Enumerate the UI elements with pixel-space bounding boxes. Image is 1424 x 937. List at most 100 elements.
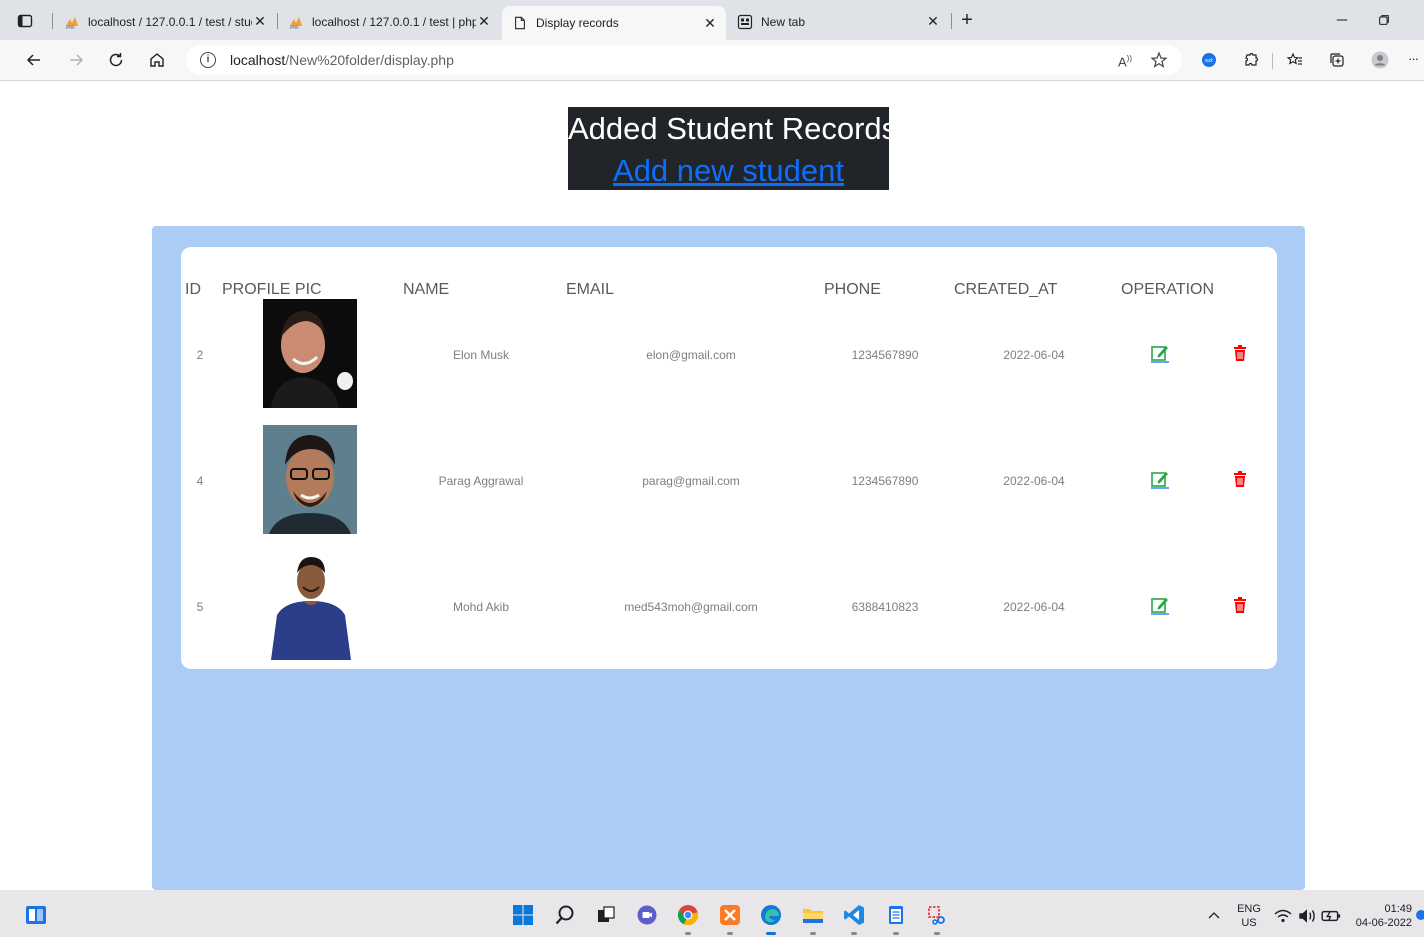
cell-name: Mohd Akib bbox=[452, 600, 510, 614]
svg-text:PMA: PMA bbox=[290, 25, 299, 30]
cell-created-at: 2022-06-04 bbox=[1003, 600, 1065, 614]
running-indicator bbox=[893, 932, 899, 935]
tab-close-icon[interactable]: ✕ bbox=[476, 13, 492, 30]
vscode-icon[interactable] bbox=[842, 903, 866, 927]
tab-separator bbox=[52, 13, 53, 29]
page-title: Added Student Records bbox=[568, 111, 898, 146]
notification-badge[interactable] bbox=[1416, 910, 1424, 920]
language-indicator[interactable]: ENG US bbox=[1234, 902, 1264, 930]
edit-icon[interactable] bbox=[1150, 595, 1170, 615]
wifi-icon[interactable] bbox=[1273, 904, 1293, 928]
svg-text:ext: ext bbox=[1205, 58, 1213, 64]
cell-email: elon@gmail.com bbox=[646, 348, 736, 362]
profile-photo bbox=[263, 551, 357, 660]
running-indicator bbox=[851, 932, 857, 935]
favorites-icon[interactable] bbox=[1284, 49, 1306, 71]
page-icon bbox=[512, 15, 528, 31]
tab-new-tab[interactable]: New tab ✕ bbox=[727, 7, 949, 36]
active-indicator bbox=[766, 932, 776, 935]
delete-icon[interactable] bbox=[1230, 343, 1250, 363]
new-tab-button[interactable]: + bbox=[956, 10, 978, 32]
extension-icon[interactable]: ext bbox=[1198, 49, 1220, 71]
chevron-up-icon[interactable] bbox=[1206, 904, 1222, 928]
cell-created-at: 2022-06-04 bbox=[1003, 348, 1065, 362]
battery-icon[interactable] bbox=[1320, 904, 1342, 928]
running-indicator bbox=[685, 932, 691, 935]
volume-icon[interactable] bbox=[1296, 904, 1318, 928]
chrome-icon[interactable] bbox=[676, 903, 700, 927]
windows-start-icon[interactable] bbox=[511, 903, 535, 927]
column-header-id: ID bbox=[185, 281, 201, 298]
teams-chat-icon[interactable] bbox=[635, 903, 659, 927]
browser-toolbar: i localhost/New%20folder/display.php A))… bbox=[0, 40, 1424, 81]
read-aloud-icon[interactable]: A)) bbox=[1118, 54, 1132, 69]
cell-created-at: 2022-06-04 bbox=[1003, 474, 1065, 488]
clock[interactable]: 01:49 04-06-2022 bbox=[1348, 902, 1412, 930]
reload-icon[interactable] bbox=[104, 48, 128, 72]
running-indicator bbox=[810, 932, 816, 935]
cell-email: med543moh@gmail.com bbox=[624, 600, 758, 614]
edit-icon[interactable] bbox=[1150, 343, 1170, 363]
tab-close-icon[interactable]: ✕ bbox=[252, 13, 268, 30]
xampp-icon[interactable] bbox=[718, 903, 742, 927]
tab-phpmyadmin-1[interactable]: PMA localhost / 127.0.0.1 / test / stud … bbox=[54, 7, 276, 36]
site-info-icon[interactable]: i bbox=[200, 52, 216, 68]
edit-icon[interactable] bbox=[1150, 469, 1170, 489]
cell-id: 5 bbox=[196, 600, 204, 614]
new-tab-page-icon bbox=[737, 14, 753, 30]
add-new-student-link[interactable]: Add new student bbox=[568, 151, 889, 191]
extensions-puzzle-icon[interactable] bbox=[1240, 49, 1262, 71]
file-explorer-icon[interactable] bbox=[801, 903, 825, 927]
tab-separator bbox=[951, 13, 952, 29]
delete-icon[interactable] bbox=[1230, 469, 1250, 489]
search-icon[interactable] bbox=[553, 903, 577, 927]
column-header-created-at: CREATED_AT bbox=[954, 281, 1058, 298]
tab-close-icon[interactable]: ✕ bbox=[925, 13, 941, 30]
phpmyadmin-icon: PMA bbox=[288, 14, 304, 30]
back-arrow-icon[interactable] bbox=[22, 48, 46, 72]
cell-name: Elon Musk bbox=[452, 348, 510, 362]
column-header-profile-pic: PROFILE PIC bbox=[222, 281, 322, 298]
tab-display-records[interactable]: Display records ✕ bbox=[502, 6, 726, 40]
tab-actions-icon[interactable] bbox=[14, 10, 36, 32]
task-view-icon[interactable] bbox=[594, 903, 618, 927]
profile-photo bbox=[263, 425, 357, 534]
cell-email: parag@gmail.com bbox=[642, 474, 740, 488]
forward-arrow-icon[interactable] bbox=[64, 48, 88, 72]
snipping-tool-icon[interactable] bbox=[925, 903, 949, 927]
tab-title: localhost / 127.0.0.1 / test | php bbox=[312, 14, 476, 29]
tab-close-icon[interactable]: ✕ bbox=[702, 15, 718, 31]
more-menu-icon[interactable]: ··· bbox=[1408, 51, 1419, 66]
cell-phone: 1234567890 bbox=[851, 474, 919, 488]
cell-id: 2 bbox=[196, 348, 204, 362]
page-header: Added Student Records Add new student bbox=[568, 107, 898, 191]
records-table: ID PROFILE PIC NAME EMAIL PHONE CREATED_… bbox=[181, 247, 1277, 669]
widgets-icon[interactable] bbox=[24, 903, 48, 927]
restore-icon[interactable] bbox=[1372, 8, 1396, 32]
tab-title: New tab bbox=[761, 14, 806, 29]
records-panel: ID PROFILE PIC NAME EMAIL PHONE CREATED_… bbox=[152, 226, 1305, 890]
delete-icon[interactable] bbox=[1230, 595, 1250, 615]
edge-icon[interactable] bbox=[759, 903, 783, 927]
cell-id: 4 bbox=[196, 474, 204, 488]
add-favorite-icon[interactable] bbox=[1150, 51, 1168, 72]
tab-phpmyadmin-2[interactable]: PMA localhost / 127.0.0.1 / test | php ✕ bbox=[278, 7, 500, 36]
minimize-icon[interactable] bbox=[1330, 8, 1354, 32]
profile-avatar-icon[interactable] bbox=[1369, 49, 1391, 71]
browser-tab-strip: PMA localhost / 127.0.0.1 / test / stud … bbox=[0, 0, 1424, 40]
address-bar[interactable]: i localhost/New%20folder/display.php A)) bbox=[186, 45, 1182, 75]
cell-name: Parag Aggrawal bbox=[438, 474, 524, 488]
tab-title: localhost / 127.0.0.1 / test / stud bbox=[88, 14, 252, 29]
cell-phone: 6388410823 bbox=[851, 600, 919, 614]
running-indicator bbox=[934, 932, 940, 935]
column-header-name: NAME bbox=[403, 281, 450, 298]
svg-text:PMA: PMA bbox=[66, 25, 75, 30]
cell-phone: 1234567890 bbox=[851, 348, 919, 362]
home-icon[interactable] bbox=[145, 48, 169, 72]
notepad-icon[interactable] bbox=[884, 903, 908, 927]
windows-taskbar: ENG US 01:49 04-06-2022 bbox=[0, 890, 1424, 937]
collections-icon[interactable] bbox=[1326, 49, 1348, 71]
phpmyadmin-icon: PMA bbox=[64, 14, 80, 30]
address-url[interactable]: localhost/New%20folder/display.php bbox=[230, 52, 454, 68]
profile-photo bbox=[263, 299, 357, 408]
